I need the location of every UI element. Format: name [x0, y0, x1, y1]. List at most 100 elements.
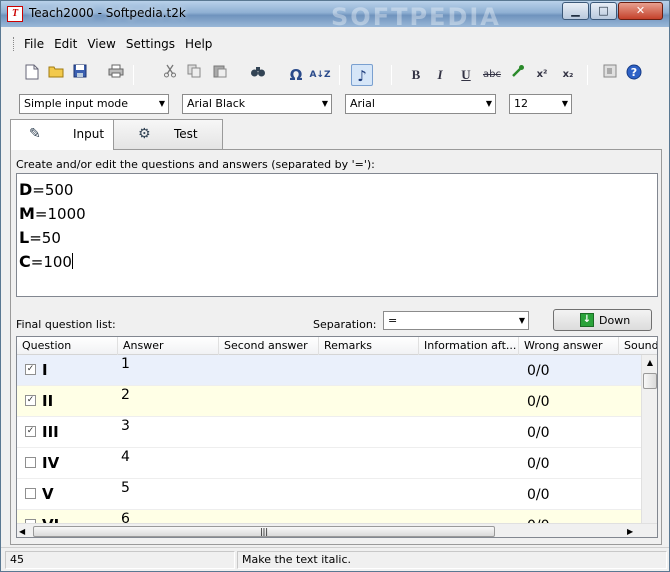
- maximize-button[interactable]: □: [590, 2, 617, 20]
- copy-icon[interactable]: [183, 64, 205, 86]
- column-header-second-answer[interactable]: Second answer: [219, 337, 319, 355]
- close-button[interactable]: ✕: [618, 2, 663, 20]
- row-answer: 5: [121, 480, 130, 496]
- color-picker-icon[interactable]: [507, 64, 529, 86]
- editor-line: C=100: [19, 252, 73, 271]
- help-icon[interactable]: ?: [623, 64, 645, 86]
- row-answer: 3: [121, 418, 130, 434]
- italic-icon[interactable]: I: [429, 64, 451, 86]
- chevron-down-icon: ▼: [485, 99, 492, 108]
- table-row[interactable]: ✓ III 3 0/0: [17, 417, 641, 448]
- status-count: 45: [5, 551, 235, 569]
- chevron-down-icon: ▼: [158, 99, 165, 108]
- picture-icon[interactable]: [599, 64, 621, 86]
- status-bar: 45 Make the text italic.: [1, 547, 669, 571]
- column-header-sound[interactable]: Sound: [619, 337, 657, 355]
- find-icon[interactable]: [247, 64, 269, 86]
- scroll-right-icon[interactable]: ▶: [627, 524, 633, 537]
- scroll-left-icon[interactable]: ◀: [19, 524, 25, 537]
- separation-select[interactable]: = ▼: [383, 311, 529, 330]
- pencil-icon: ✎: [29, 126, 41, 142]
- new-icon[interactable]: [21, 64, 43, 86]
- question-grid[interactable]: Question Answer Second answer Remarks In…: [16, 336, 658, 538]
- chevron-down-icon: ▼: [518, 316, 525, 325]
- answer-font-select[interactable]: Arial ▼: [345, 94, 496, 114]
- menu-view[interactable]: View: [82, 35, 120, 55]
- table-row[interactable]: IV 4 0/0: [17, 448, 641, 479]
- table-row[interactable]: V 5 0/0: [17, 479, 641, 510]
- question-font-select[interactable]: Arial Black ▼: [182, 94, 332, 114]
- row-question: V: [42, 485, 54, 503]
- table-row[interactable]: ✓ I 1 0/0: [17, 355, 641, 386]
- row-wrong-answer: 0/0: [527, 425, 550, 441]
- down-button[interactable]: ↓ Down: [553, 309, 652, 331]
- column-header-information[interactable]: Information aft...: [419, 337, 519, 355]
- question-editor[interactable]: D=500 M=1000 L=50 C=100: [16, 173, 658, 297]
- sound-icon[interactable]: ♪: [351, 64, 373, 86]
- subscript-icon[interactable]: x₂: [557, 64, 579, 86]
- column-header-question[interactable]: Question: [17, 337, 118, 355]
- row-wrong-answer: 0/0: [527, 456, 550, 472]
- arrow-down-icon: ↓: [580, 313, 594, 327]
- special-chars-icon[interactable]: Ω: [285, 64, 307, 86]
- window-title: Teach2000 - Softpedia.t2k: [29, 6, 186, 20]
- tab-input[interactable]: ✎ Input: [10, 119, 114, 150]
- row-wrong-answer: 0/0: [527, 487, 550, 503]
- toolbar-separator: [339, 65, 340, 85]
- answer-font-value: Arial: [350, 97, 375, 110]
- status-message: Make the text italic.: [237, 551, 667, 569]
- separation-value: =: [388, 314, 398, 327]
- paste-icon[interactable]: [209, 64, 231, 86]
- sort-icon[interactable]: A↓Z: [309, 64, 331, 86]
- cut-icon[interactable]: [159, 64, 181, 86]
- editor-instruction: Create and/or edit the questions and ans…: [16, 158, 375, 171]
- row-checkbox[interactable]: [25, 457, 36, 468]
- row-checkbox[interactable]: [25, 488, 36, 499]
- question-font-value: Arial Black: [187, 97, 246, 110]
- row-checkbox[interactable]: ✓: [25, 395, 36, 406]
- row-answer: 2: [121, 387, 130, 403]
- row-wrong-answer: 0/0: [527, 363, 550, 379]
- horizontal-scrollbar[interactable]: ◀ ||| ▶: [17, 523, 657, 537]
- column-header-wrong-answer[interactable]: Wrong answer: [519, 337, 619, 355]
- font-size-select[interactable]: 12 ▼: [509, 94, 572, 114]
- title-bar[interactable]: T Teach2000 - Softpedia.t2k SOFTPEDIA ▁ …: [1, 1, 669, 31]
- menu-help[interactable]: Help: [180, 35, 217, 55]
- menu-settings[interactable]: Settings: [121, 35, 180, 55]
- toolbar-separator: [587, 65, 588, 85]
- scroll-thumb[interactable]: |||: [33, 526, 495, 537]
- mode-select-value: Simple input mode: [24, 97, 129, 110]
- menu-file[interactable]: File: [19, 35, 49, 55]
- row-question: II: [42, 392, 54, 410]
- down-button-label: Down: [599, 314, 631, 327]
- app-logo-icon: T: [7, 6, 23, 22]
- table-row[interactable]: ✓ II 2 0/0: [17, 386, 641, 417]
- column-header-remarks[interactable]: Remarks: [319, 337, 419, 355]
- open-icon[interactable]: [45, 64, 67, 86]
- final-list-label: Final question list:: [16, 318, 116, 331]
- scroll-thumb[interactable]: [643, 373, 657, 389]
- bold-icon[interactable]: B: [405, 64, 427, 86]
- superscript-icon[interactable]: x²: [531, 64, 553, 86]
- row-question: IV: [42, 454, 60, 472]
- menu-bar: File Edit View Settings Help: [19, 35, 217, 55]
- print-icon[interactable]: [105, 64, 127, 86]
- row-checkbox[interactable]: ✓: [25, 426, 36, 437]
- underline-icon[interactable]: U: [455, 64, 477, 86]
- toolbar-separator: [391, 65, 392, 85]
- vertical-scrollbar[interactable]: ▲: [641, 355, 657, 523]
- menu-grip[interactable]: [13, 37, 16, 51]
- menu-edit[interactable]: Edit: [49, 35, 82, 55]
- strikethrough-icon[interactable]: abc: [481, 64, 503, 86]
- font-size-value: 12: [514, 97, 528, 110]
- scroll-up-icon[interactable]: ▲: [642, 355, 657, 371]
- toolbar-separator: [133, 65, 134, 85]
- tab-test[interactable]: ⚙ Test: [113, 119, 223, 149]
- minimize-button[interactable]: ▁: [562, 2, 589, 20]
- row-checkbox[interactable]: ✓: [25, 364, 36, 375]
- grid-header: Question Answer Second answer Remarks In…: [17, 337, 657, 355]
- save-icon[interactable]: [69, 64, 91, 86]
- row-answer: 1: [121, 356, 130, 372]
- column-header-answer[interactable]: Answer: [118, 337, 219, 355]
- mode-select[interactable]: Simple input mode ▼: [19, 94, 169, 114]
